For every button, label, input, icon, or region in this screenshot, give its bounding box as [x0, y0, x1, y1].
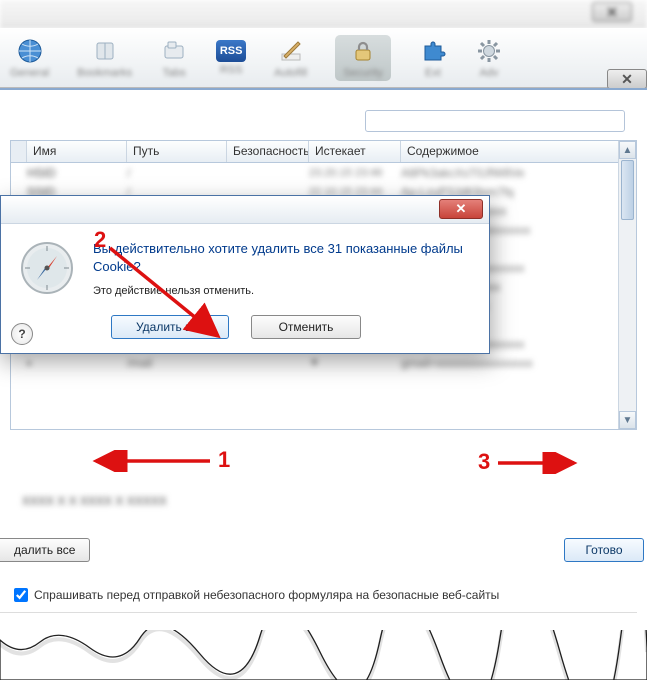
lock-icon	[349, 37, 377, 65]
toolbar-item-advanced[interactable]: Adv	[475, 37, 503, 79]
col-name[interactable]: Имя	[27, 141, 127, 162]
window-close-button[interactable]: ✕	[592, 2, 632, 22]
toolbar-close-button[interactable]: ✕	[607, 69, 647, 89]
checkbox-input[interactable]	[14, 588, 28, 602]
col-security[interactable]: Безопасность	[227, 141, 309, 162]
annotation-3: 3	[478, 449, 490, 475]
annotation-2: 2	[94, 227, 106, 253]
tabs-icon	[160, 37, 188, 65]
insecure-form-warning-checkbox[interactable]: Спрашивать перед отправкой небезопасного…	[14, 588, 499, 602]
dialog-cancel-button[interactable]: Отменить	[251, 315, 361, 339]
scroll-down-icon[interactable]: ▼	[619, 411, 636, 429]
toolbar-item-extensions[interactable]: Ext	[419, 37, 447, 79]
separator	[0, 612, 637, 613]
safari-icon	[19, 240, 75, 296]
delete-all-button[interactable]: далить все	[0, 538, 90, 562]
scroll-thumb[interactable]	[621, 160, 634, 220]
torn-edge	[0, 630, 647, 680]
toolbar-item-rss[interactable]: RSS RSS	[216, 40, 246, 76]
preferences-toolbar: General Bookmarks Tabs RSS RSS Autofill …	[0, 28, 647, 88]
col-content[interactable]: Содержимое	[401, 141, 636, 162]
window-menubar: ✕	[0, 0, 647, 28]
confirm-delete-dialog: ✕ Вы действительно хотите удалить все 31…	[0, 195, 490, 354]
book-icon	[91, 37, 119, 65]
dialog-close-button[interactable]: ✕	[439, 199, 483, 219]
pencil-icon	[277, 37, 305, 65]
scroll-up-icon[interactable]: ▲	[619, 141, 636, 159]
dialog-titlebar[interactable]: ✕	[1, 196, 489, 224]
gear-icon	[475, 37, 503, 65]
toolbar-item-tabs[interactable]: Tabs	[160, 37, 188, 79]
col-path[interactable]: Путь	[127, 141, 227, 162]
col-expires[interactable]: Истекает	[309, 141, 401, 162]
table-header: Имя Путь Безопасность Истекает Содержимо…	[11, 141, 636, 163]
toolbar-item-autofill[interactable]: Autofill	[274, 37, 307, 79]
dialog-delete-all-button[interactable]: Удалить все	[111, 315, 229, 339]
checkbox-label: Спрашивать перед отправкой небезопасного…	[34, 588, 499, 602]
search-field[interactable]: 🔍	[365, 110, 625, 132]
dialog-detail: Это действие нельзя отменить.	[93, 285, 471, 297]
dialog-message: Вы действительно хотите удалить все 31 п…	[93, 240, 471, 275]
help-button[interactable]: ?	[11, 323, 33, 345]
rss-icon: RSS	[216, 40, 246, 62]
done-button[interactable]: Готово	[564, 538, 644, 562]
toolbar-item-security[interactable]: Security	[335, 35, 391, 81]
toolbar-item-bookmarks[interactable]: Bookmarks	[77, 37, 132, 79]
annotation-1: 1	[218, 447, 230, 473]
vertical-scrollbar[interactable]: ▲ ▼	[618, 141, 636, 429]
search-input[interactable]	[365, 110, 625, 132]
toolbar-item-general[interactable]: General	[10, 37, 49, 79]
table-row: HSID / 23.20.15 23:46 A8Pk3akcXsT0JfW8Ve	[11, 163, 618, 182]
puzzle-icon	[419, 37, 447, 65]
summary-line: XXXX X X XXXX X XXXXX	[0, 490, 647, 512]
globe-icon	[16, 37, 44, 65]
